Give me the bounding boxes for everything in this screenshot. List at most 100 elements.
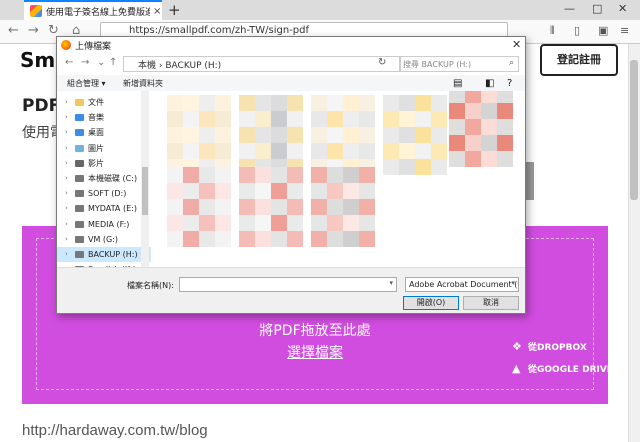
expand-arrow-icon[interactable]: › [65,171,68,186]
google-drive-label: 從GOOGLE DRIVE [528,365,613,375]
expand-arrow-icon[interactable]: › [65,201,68,216]
filename-input[interactable]: ▾ [179,277,397,292]
extension-icon[interactable]: ▣ [598,24,608,37]
expand-arrow-icon[interactable]: › [65,156,68,171]
forward-arrow-icon[interactable]: → [28,23,39,38]
dialog-nav-bar: ← → ⌄ ↑ 本機 › BACKUP (H:) ↻ 搜尋 BACKUP (H:… [57,53,525,75]
dialog-close-button[interactable]: ✕ [512,38,521,51]
tree-item[interactable]: › VM (G:) [57,232,151,247]
folder-icon [75,205,84,213]
up-arrow-icon[interactable]: ↑ [109,57,117,68]
folder-icon [75,114,84,122]
dialog-search-input[interactable]: 搜尋 BACKUP (H:) ⌕ [399,56,519,72]
window-close-button[interactable]: ✕ [618,2,627,15]
tree-item-label: 影片 [88,158,104,168]
sidebar-icon[interactable]: ▯ [574,24,580,37]
tree-scrollbar-thumb[interactable] [142,167,148,215]
tree-item[interactable]: › 圖片 [57,141,151,156]
view-options-icon[interactable]: ▤ [453,78,462,89]
tree-item-label: VM (G:) [88,234,119,244]
file-thumbnail[interactable] [449,91,513,179]
tree-item[interactable]: › MEDIA (F:) [57,217,151,232]
file-thumbnail[interactable] [167,167,231,259]
file-list [153,91,525,267]
tree-item[interactable]: › BACKUP (H:) [57,247,151,262]
file-thumbnail[interactable] [239,167,303,259]
browser-tab-bar: 使用電子簽名線上免費版進行PDF × + — □ ✕ [0,0,640,20]
dialog-footer: 檔案名稱(N): ▾ Adobe Acrobat Document (*. ▾ … [57,267,525,313]
tree-item-label: SOFT (D:) [88,189,127,199]
smallpdf-favicon-icon [30,5,42,17]
browser-tab[interactable]: 使用電子簽名線上免費版進行PDF × [24,0,162,20]
new-folder-button[interactable]: 新增資料夾 [123,78,163,89]
expand-arrow-icon[interactable]: › [65,247,68,262]
tree-item-label: 圖片 [88,143,104,153]
tree-item-label: 本機磁碟 (C:) [88,174,138,183]
folder-icon [75,235,84,243]
google-drive-icon: ▲ [512,362,521,375]
dropbox-button[interactable]: ❖ 從DROPBOX [512,340,587,353]
breadcrumb-computer[interactable]: 本機 [138,61,156,71]
tree-item[interactable]: › 本機磁碟 (C:) [57,171,151,186]
search-placeholder: 搜尋 BACKUP (H:) [403,60,472,69]
upload-dialog: 上傳檔案 ✕ ← → ⌄ ↑ 本機 › BACKUP (H:) ↻ 搜尋 BAC… [56,36,526,314]
preview-pane-icon[interactable]: ◧ [485,78,494,89]
library-icon[interactable]: ⫴ [550,24,555,38]
dropbox-icon: ❖ [512,340,522,353]
folder-icon [75,251,84,258]
dropbox-label: 從DROPBOX [528,343,587,353]
maximize-button[interactable]: □ [592,2,602,15]
expand-arrow-icon[interactable]: › [65,125,68,140]
organize-menu[interactable]: 組合管理 ▾ [67,78,106,89]
recent-chevron-icon[interactable]: ⌄ [97,57,105,68]
tree-item[interactable]: › 音樂 [57,110,151,125]
firefox-icon [61,40,71,50]
folder-tree: › 文件 › 音樂 › 桌面 › 圖片 › 影片 › 本機磁碟 (C:) › SOFT (D:) › MYDA… [57,91,151,267]
menu-icon[interactable]: ≡ [620,24,629,37]
dialog-titlebar: 上傳檔案 ✕ [57,37,525,53]
chevron-down-icon[interactable]: ▾ [511,279,515,287]
file-thumbnail[interactable] [311,167,375,259]
minimize-button[interactable]: — [564,2,575,15]
expand-arrow-icon[interactable]: › [65,186,68,201]
file-thumbnail[interactable] [383,95,447,187]
refresh-icon[interactable]: ↻ [378,57,386,68]
page-divider [526,162,534,200]
tree-item-label: MEDIA (F:) [88,219,130,229]
dialog-address-bar[interactable]: 本機 › BACKUP (H:) [123,56,401,72]
folder-icon [75,99,84,106]
expand-arrow-icon[interactable]: › [65,141,68,156]
tree-item[interactable]: › 文件 [57,95,151,110]
tree-item-label: 桌面 [88,128,104,138]
tree-item[interactable]: › SOFT (D:) [57,186,151,201]
filetype-select[interactable]: Adobe Acrobat Document (*. ▾ [405,277,519,292]
signup-button[interactable]: 登記註冊 [540,44,618,76]
filename-label: 檔案名稱(N): [127,281,174,290]
expand-arrow-icon[interactable]: › [65,110,68,125]
dialog-command-bar: 組合管理 ▾ 新增資料夾 ▤ ◧ ? [57,75,525,91]
chevron-down-icon[interactable]: ▾ [389,279,393,287]
breadcrumb-drive[interactable]: BACKUP (H:) [165,61,221,71]
tree-item[interactable]: › 影片 [57,156,151,171]
filetype-value: Adobe Acrobat Document (*. [409,280,519,289]
open-button[interactable]: 開啟(O) [403,296,459,310]
tab-close-icon[interactable]: × [153,6,161,17]
google-drive-button[interactable]: ▲ 從GOOGLE DRIVE [512,362,613,375]
page-scrollbar-thumb[interactable] [630,60,638,200]
expand-arrow-icon[interactable]: › [65,232,68,247]
back-arrow-icon[interactable]: ← [65,57,73,68]
expand-arrow-icon[interactable]: › [65,217,68,232]
back-arrow-icon[interactable]: ← [8,23,19,38]
search-icon: ⌕ [508,58,514,68]
tree-item-label: BACKUP (H:) [88,250,138,259]
cancel-button[interactable]: 取消 [463,296,519,310]
help-icon[interactable]: ? [507,78,512,89]
folder-icon [75,144,84,152]
tree-item[interactable]: › 桌面 [57,125,151,140]
tree-item[interactable]: › MYDATA (E:) [57,201,151,216]
new-tab-button[interactable]: + [168,1,181,19]
expand-arrow-icon[interactable]: › [65,95,68,110]
drop-zone-text: 將PDF拖放至此處 [259,323,371,339]
folder-icon [75,175,84,182]
forward-arrow-icon[interactable]: → [81,57,89,68]
